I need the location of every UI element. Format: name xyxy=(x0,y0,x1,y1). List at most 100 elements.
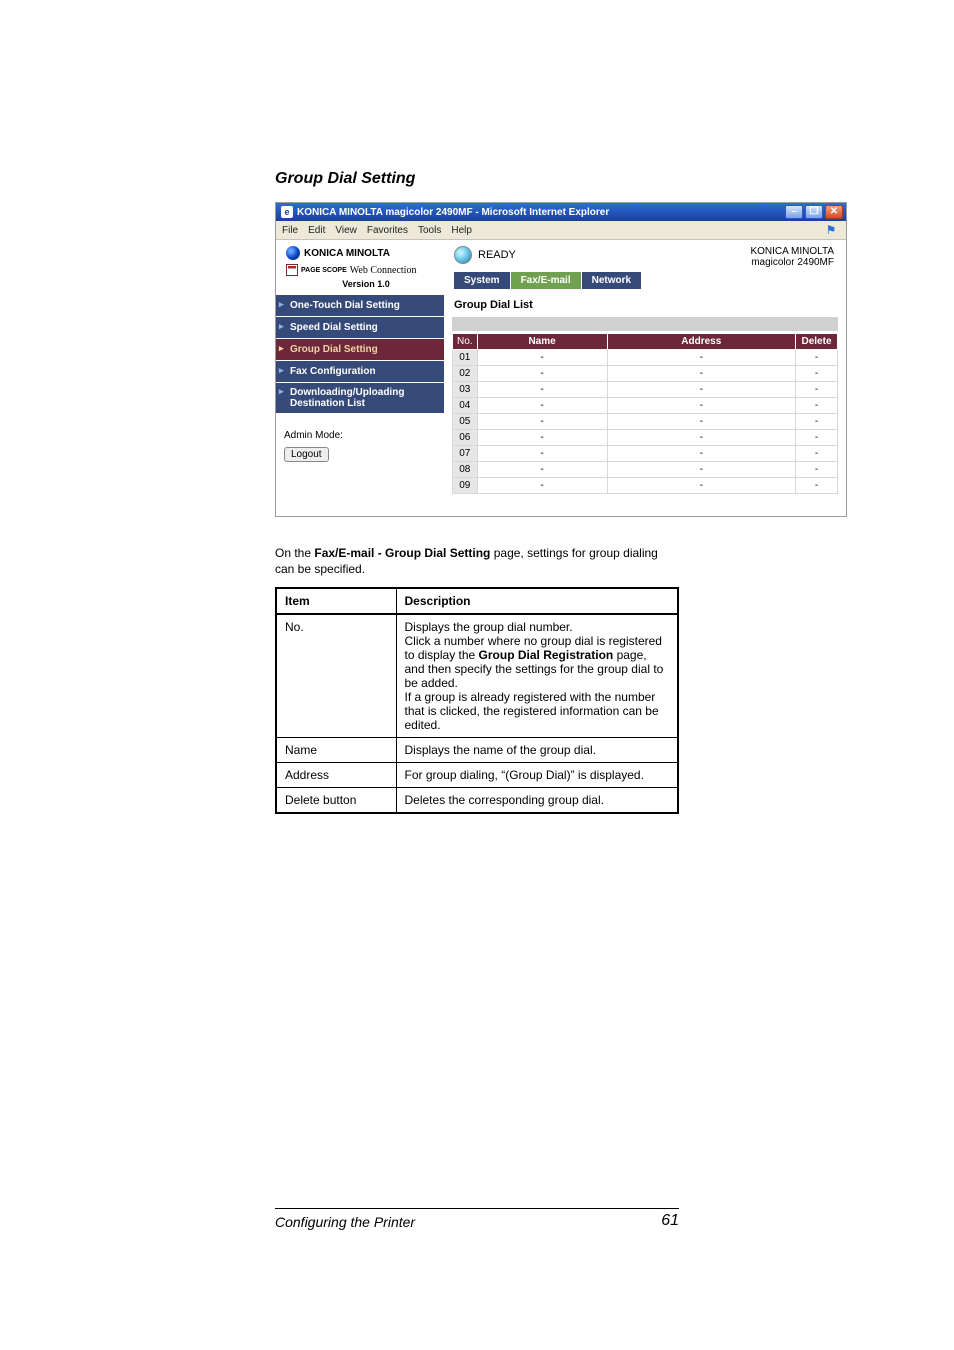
table-cell-delete[interactable]: - xyxy=(796,382,838,398)
table-cell-no[interactable]: 08 xyxy=(453,462,478,478)
km-globe-icon xyxy=(286,246,300,260)
table-cell-no[interactable]: 07 xyxy=(453,446,478,462)
ie-menubar: File Edit View Favorites Tools Help ⚑ xyxy=(276,221,846,240)
sidebar-item-faxconfig[interactable]: Fax Configuration xyxy=(276,361,444,383)
table-cell-name: - xyxy=(477,462,607,478)
status-ready: READY xyxy=(478,249,516,261)
sidebar-item-download[interactable]: Downloading/Uploading Destination List xyxy=(276,383,444,414)
table-cell-name: - xyxy=(477,478,607,494)
close-button[interactable]: ✕ xyxy=(825,205,843,219)
col-delete: Delete xyxy=(796,334,838,350)
tab-faxemail[interactable]: Fax/E-mail xyxy=(511,272,582,289)
table-cell-delete[interactable]: - xyxy=(796,478,838,494)
footer-title: Configuring the Printer xyxy=(275,1214,415,1230)
main-tabs: System Fax/E-mail Network xyxy=(454,272,706,289)
table-cell-delete[interactable]: - xyxy=(796,398,838,414)
spec-no-l3: If a group is already registered with th… xyxy=(405,690,659,732)
table-row: 04--- xyxy=(453,398,838,414)
window-title: KONICA MINOLTA magicolor 2490MF - Micros… xyxy=(297,207,785,218)
table-cell-address: - xyxy=(607,382,795,398)
menu-tools[interactable]: Tools xyxy=(418,225,441,236)
logout-button[interactable]: Logout xyxy=(284,447,329,462)
caption-pre: On the xyxy=(275,546,314,560)
tab-network[interactable]: Network xyxy=(582,272,641,289)
spec-row-addr-item: Address xyxy=(276,763,396,788)
sidebar-item-onetouch[interactable]: One-Touch Dial Setting xyxy=(276,295,444,317)
menu-help[interactable]: Help xyxy=(451,225,472,236)
maximize-button[interactable]: ❐ xyxy=(805,205,823,219)
table-cell-name: - xyxy=(477,350,607,366)
table-cell-name: - xyxy=(477,430,607,446)
table-cell-delete[interactable]: - xyxy=(796,366,838,382)
table-cell-no[interactable]: 01 xyxy=(453,350,478,366)
table-row: 02--- xyxy=(453,366,838,382)
spec-row-no-item: No. xyxy=(276,614,396,738)
caption-text: On the Fax/E-mail - Group Dial Setting p… xyxy=(275,545,679,577)
pagescope-prefix: PAGE SCOPE xyxy=(301,267,347,274)
tab-system[interactable]: System xyxy=(454,272,511,289)
sidebar-item-speed[interactable]: Speed Dial Setting xyxy=(276,317,444,339)
product-line2: magicolor 2490MF xyxy=(716,257,834,268)
table-row: 07--- xyxy=(453,446,838,462)
window-titlebar: e KONICA MINOLTA magicolor 2490MF - Micr… xyxy=(276,203,846,221)
group-dial-table: No. Name Address Delete 01---02---03---0… xyxy=(452,333,838,494)
table-row: 05--- xyxy=(453,414,838,430)
menu-favorites[interactable]: Favorites xyxy=(367,225,408,236)
ie-icon: e xyxy=(281,206,293,218)
spec-row-name-desc: Displays the name of the group dial. xyxy=(396,738,678,763)
table-cell-name: - xyxy=(477,446,607,462)
table-cell-no[interactable]: 06 xyxy=(453,430,478,446)
sidebar-item-group[interactable]: Group Dial Setting xyxy=(276,339,444,361)
table-cell-address: - xyxy=(607,350,795,366)
spec-row-no-desc: Displays the group dial number. Click a … xyxy=(396,614,678,738)
ie-throbber-icon: ⚑ xyxy=(822,223,840,237)
table-cell-delete[interactable]: - xyxy=(796,446,838,462)
footer-page-number: 61 xyxy=(661,1212,679,1230)
spec-table: Item Description No. Displays the group … xyxy=(275,587,679,814)
menu-view[interactable]: View xyxy=(335,225,357,236)
spec-header-desc: Description xyxy=(396,588,678,614)
table-cell-delete[interactable]: - xyxy=(796,414,838,430)
caption-bold: Fax/E-mail - Group Dial Setting xyxy=(314,546,490,560)
product-label: KONICA MINOLTA magicolor 2490MF xyxy=(710,240,840,295)
pagescope-doc-icon xyxy=(286,264,298,276)
km-logo: KONICA MINOLTA xyxy=(286,246,446,260)
admin-mode-label: Admin Mode: xyxy=(284,430,436,441)
spec-no-l1: Displays the group dial number. xyxy=(405,620,573,634)
table-cell-address: - xyxy=(607,430,795,446)
status-globe-icon xyxy=(454,246,472,264)
table-row: 01--- xyxy=(453,350,838,366)
minimize-button[interactable]: – xyxy=(785,205,803,219)
table-cell-no[interactable]: 02 xyxy=(453,366,478,382)
page-footer: Configuring the Printer 61 xyxy=(275,1208,679,1230)
table-cell-delete[interactable]: - xyxy=(796,350,838,366)
menu-edit[interactable]: Edit xyxy=(308,225,325,236)
spec-header-item: Item xyxy=(276,588,396,614)
table-row: 09--- xyxy=(453,478,838,494)
table-cell-address: - xyxy=(607,462,795,478)
table-cell-no[interactable]: 03 xyxy=(453,382,478,398)
table-cell-delete[interactable]: - xyxy=(796,430,838,446)
table-cell-no[interactable]: 05 xyxy=(453,414,478,430)
table-row: 08--- xyxy=(453,462,838,478)
product-line1: KONICA MINOLTA xyxy=(716,246,834,257)
section-heading: Group Dial Setting xyxy=(275,170,679,188)
table-cell-name: - xyxy=(477,382,607,398)
spec-row-addr-desc: For group dialing, “(Group Dial)” is dis… xyxy=(396,763,678,788)
table-cell-name: - xyxy=(477,398,607,414)
table-cell-address: - xyxy=(607,446,795,462)
table-cell-no[interactable]: 09 xyxy=(453,478,478,494)
km-logo-text: KONICA MINOLTA xyxy=(304,248,390,259)
content-title: Group Dial List xyxy=(454,299,838,311)
pagescope-header: KONICA MINOLTA PAGE SCOPE Web Connection… xyxy=(276,240,846,295)
table-cell-name: - xyxy=(477,366,607,382)
table-cell-name: - xyxy=(477,414,607,430)
menu-file[interactable]: File xyxy=(282,225,298,236)
spec-row-del-desc: Deletes the corresponding group dial. xyxy=(396,788,678,814)
table-row: 03--- xyxy=(453,382,838,398)
col-name: Name xyxy=(477,334,607,350)
table-row: 06--- xyxy=(453,430,838,446)
table-cell-no[interactable]: 04 xyxy=(453,398,478,414)
spec-no-l2b: Group Dial Registration xyxy=(479,648,614,662)
table-cell-delete[interactable]: - xyxy=(796,462,838,478)
